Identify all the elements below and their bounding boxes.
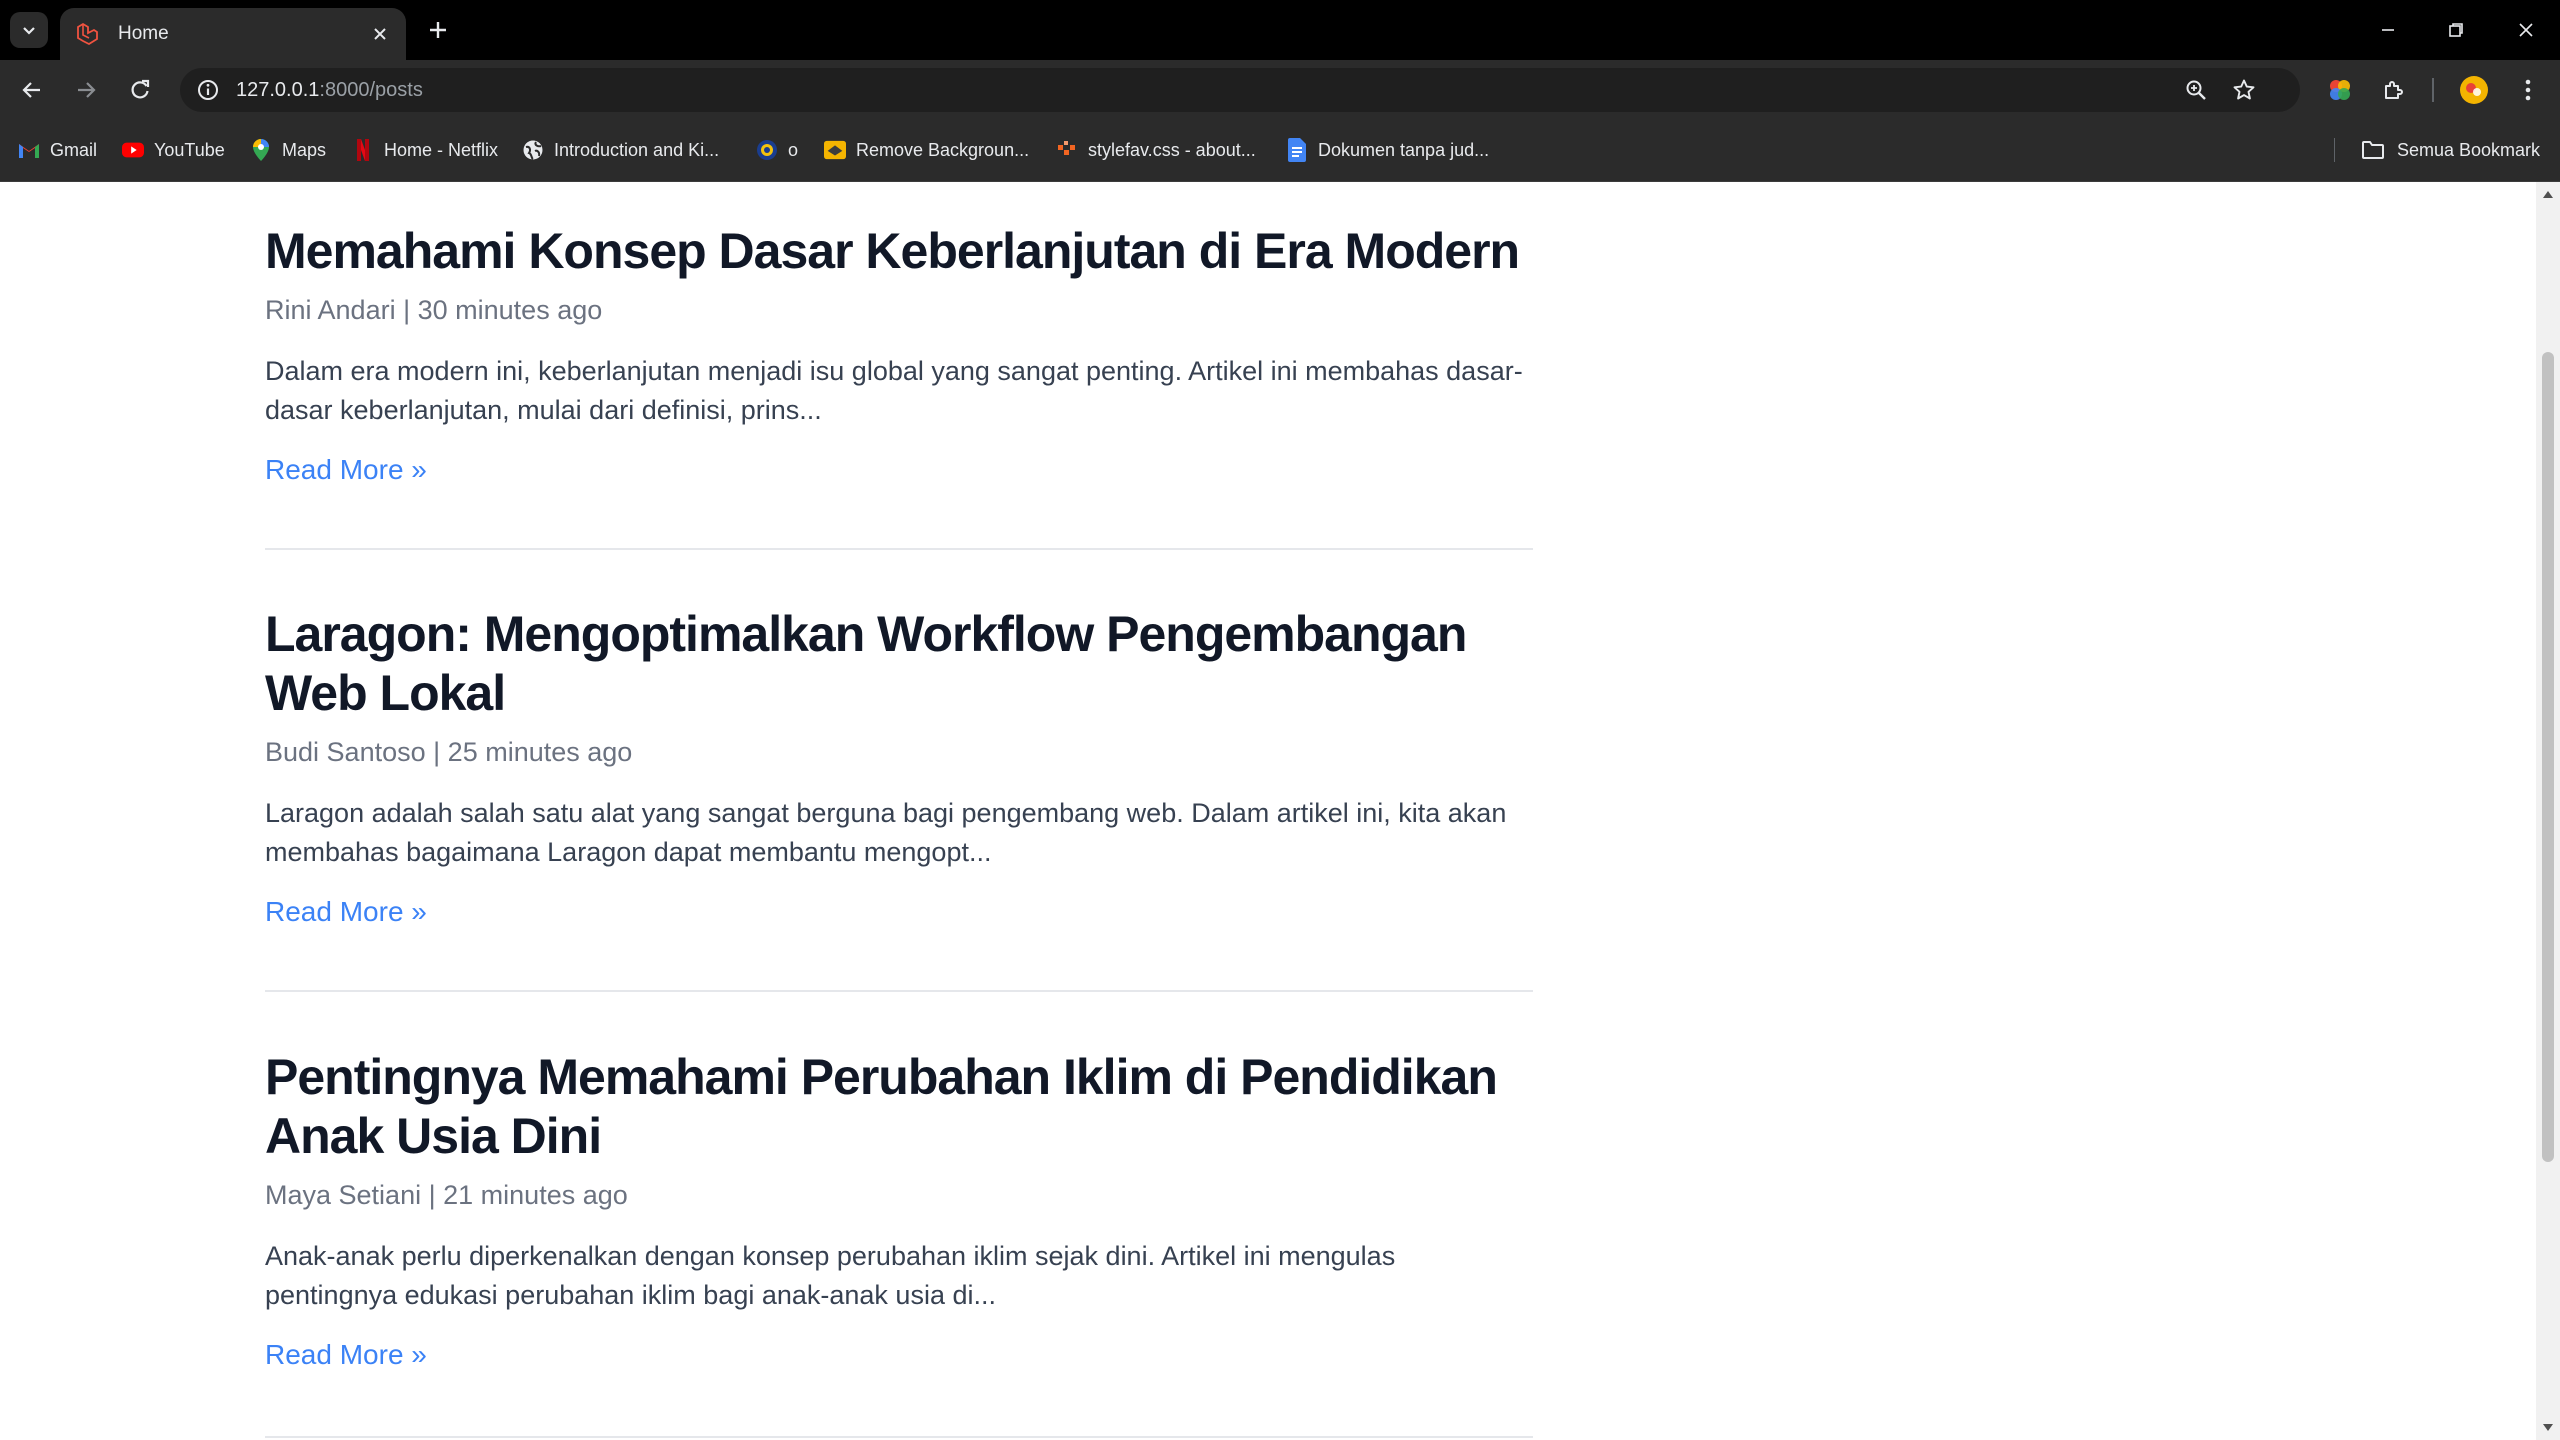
bookmark-label: Remove Backgroun... — [856, 139, 1030, 160]
post-time: 21 minutes ago — [443, 1180, 628, 1210]
gmail-icon — [18, 139, 40, 161]
reload-button[interactable] — [120, 70, 160, 110]
bookmark-label: Home - Netflix — [384, 139, 499, 160]
chevron-down-icon — [23, 27, 35, 35]
page-viewport: Memahami Konsep Dasar Keberlanjutan di E… — [0, 182, 2536, 1440]
browser-toolbar: 127.0.0.1:8000/posts — [0, 60, 2560, 120]
bookmark-star-icon[interactable] — [2224, 70, 2264, 110]
removebg-icon — [824, 139, 846, 161]
minimize-button[interactable] — [2358, 8, 2418, 52]
post-title[interactable]: Memahami Konsep Dasar Keberlanjutan di E… — [265, 222, 1533, 281]
post-author: Budi Santoso — [265, 737, 426, 767]
laravel-icon — [74, 21, 100, 47]
bookmark-introduction[interactable]: Introduction and Ki... — [522, 134, 719, 166]
page-scrollbar[interactable] — [2536, 182, 2560, 1440]
post-divider — [265, 1436, 1533, 1438]
more-menu-icon[interactable] — [2508, 70, 2548, 110]
extensions-puzzle-icon[interactable] — [2374, 70, 2414, 110]
browser-titlebar: Home — [0, 0, 2560, 60]
bookmarks-bar: Gmail YouTube Maps Home - Netflix Introd… — [0, 120, 2560, 182]
post-title[interactable]: Pentingnya Memahami Perubahan Iklim di P… — [265, 1048, 1533, 1166]
bookmark-stylefav[interactable]: stylefav.css - about... — [1056, 134, 1256, 166]
bookmark-label: stylefav.css - about... — [1088, 139, 1256, 160]
url-text[interactable]: 127.0.0.1:8000/posts — [236, 79, 423, 102]
tab-search-button[interactable] — [10, 12, 48, 48]
address-bar[interactable]: 127.0.0.1:8000/posts — [180, 68, 2300, 112]
post-excerpt: Anak-anak perlu diperkenalkan dengan kon… — [265, 1241, 1396, 1310]
post-time: 25 minutes ago — [447, 737, 633, 767]
site-info-icon[interactable] — [186, 68, 230, 112]
minimize-icon — [2382, 29, 2394, 31]
close-icon — [2519, 23, 2533, 37]
tab-home[interactable]: Home — [60, 8, 406, 60]
globe-icon — [522, 139, 544, 161]
netflix-icon — [352, 139, 374, 161]
meta-separator: | — [428, 1180, 436, 1210]
bookmark-o[interactable]: o — [756, 134, 798, 166]
bookmark-label: Introduction and Ki... — [554, 139, 720, 160]
back-button[interactable] — [12, 70, 52, 110]
post-divider — [265, 990, 1533, 992]
read-more-link[interactable]: Read More » — [265, 454, 427, 486]
forward-button[interactable] — [66, 70, 106, 110]
new-tab-button[interactable] — [420, 12, 456, 48]
post-excerpt: Dalam era modern ini, keberlanjutan menj… — [265, 356, 1523, 425]
bookmark-netflix[interactable]: Home - Netflix — [352, 134, 498, 166]
restore-button[interactable] — [2426, 8, 2486, 52]
profile-avatar[interactable] — [2454, 70, 2494, 110]
close-window-button[interactable] — [2496, 8, 2556, 52]
zoom-icon[interactable] — [2176, 70, 2216, 110]
bookmark-label: YouTube — [154, 139, 225, 160]
post-divider — [265, 548, 1533, 550]
bookmark-label: o — [788, 139, 799, 160]
read-more-link[interactable]: Read More » — [265, 1339, 427, 1371]
badge-icon — [756, 139, 778, 161]
meta-separator: | — [433, 737, 441, 767]
post-item: Pentingnya Memahami Perubahan Iklim di P… — [265, 1048, 1533, 1371]
tab-title: Home — [118, 23, 169, 44]
tab-close-button[interactable] — [364, 18, 396, 50]
bookmark-label: Gmail — [50, 139, 98, 160]
all-bookmarks-label: Semua Bookmark — [2396, 139, 2540, 160]
bookmarks-separator — [2333, 138, 2335, 162]
post-author: Rini Andari — [265, 295, 396, 325]
code-icon — [1056, 139, 1078, 161]
post-meta: Maya Setiani | 21 minutes ago — [265, 1180, 1533, 1211]
bookmark-maps[interactable]: Maps — [250, 134, 326, 166]
all-bookmarks-button[interactable]: Semua Bookmark — [2333, 134, 2540, 166]
url-host: 127.0.0.1 — [236, 78, 320, 101]
post-meta: Rini Andari | 30 minutes ago — [265, 295, 1533, 326]
restore-icon — [2449, 23, 2463, 37]
maps-icon — [250, 139, 272, 161]
url-path: :8000/posts — [319, 78, 423, 101]
arrow-left-icon — [22, 82, 40, 98]
bookmark-dokumen[interactable]: Dokumen tanpa jud... — [1286, 134, 1489, 166]
post-item: Laragon: Mengoptimalkan Workflow Pengemb… — [265, 605, 1533, 928]
read-more-link[interactable]: Read More » — [265, 896, 427, 928]
toolbar-separator — [2432, 78, 2434, 102]
bookmark-label: Maps — [282, 139, 327, 160]
arrow-right-icon — [78, 82, 96, 98]
folder-icon — [2361, 139, 2385, 161]
bookmark-remove-background[interactable]: Remove Backgroun... — [824, 134, 1029, 166]
post-meta: Budi Santoso | 25 minutes ago — [265, 737, 1533, 768]
bookmark-gmail[interactable]: Gmail — [18, 134, 97, 166]
meta-separator: | — [403, 295, 411, 325]
scrollbar-thumb[interactable] — [2542, 352, 2554, 1162]
youtube-icon — [122, 139, 144, 161]
post-excerpt: Laragon adalah salah satu alat yang sang… — [265, 798, 1507, 867]
post-title[interactable]: Laragon: Mengoptimalkan Workflow Pengemb… — [265, 605, 1533, 723]
post-time: 30 minutes ago — [417, 295, 603, 325]
post-author: Maya Setiani — [265, 1180, 422, 1210]
bookmark-youtube[interactable]: YouTube — [122, 134, 225, 166]
post-item: Memahami Konsep Dasar Keberlanjutan di E… — [265, 222, 1533, 486]
plus-icon — [430, 22, 446, 38]
color-extension-icon[interactable] — [2320, 70, 2360, 110]
close-icon — [374, 28, 386, 40]
scroll-up-arrow-icon[interactable] — [2542, 188, 2554, 200]
scroll-down-arrow-icon[interactable] — [2542, 1422, 2554, 1434]
bookmark-label: Dokumen tanpa jud... — [1318, 139, 1490, 160]
reload-icon — [131, 79, 150, 99]
docs-icon — [1286, 138, 1308, 162]
